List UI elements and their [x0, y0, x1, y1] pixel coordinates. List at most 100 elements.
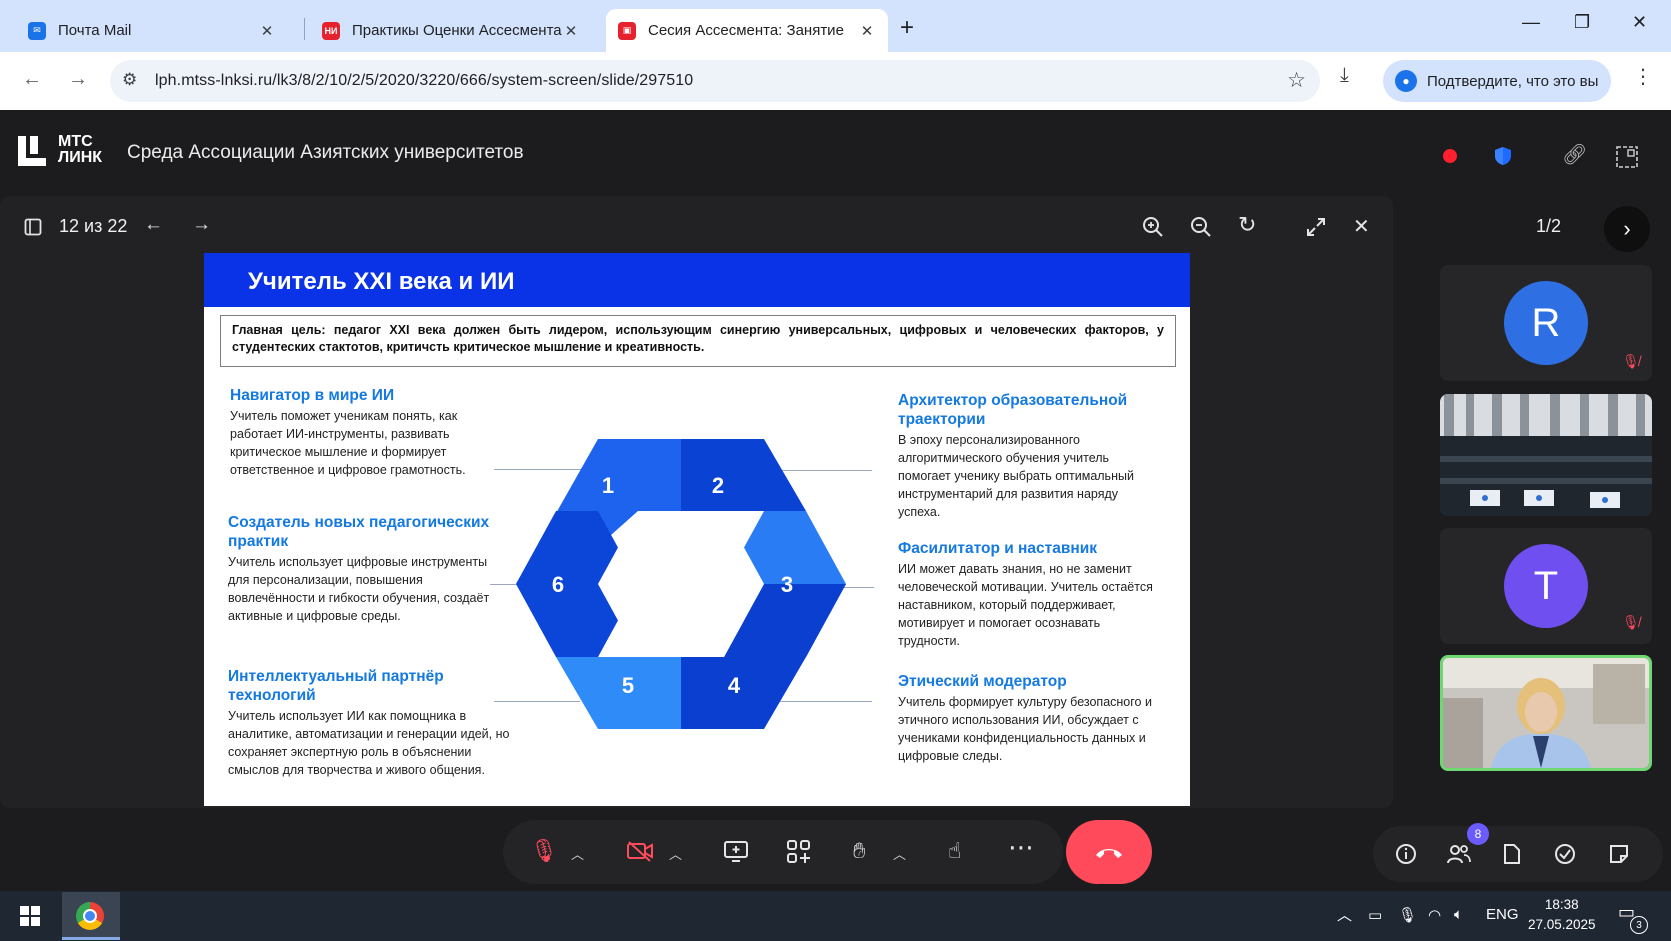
- mic-off-button[interactable]: 🎙︎: [530, 838, 558, 864]
- raise-hand-button[interactable]: ✋︎: [853, 838, 866, 864]
- tab-title: Практикы Оценки Ассесмента: [352, 22, 562, 39]
- media-controls-bar: [503, 820, 1063, 884]
- participant-video-tile[interactable]: [1440, 394, 1652, 516]
- tab-assessment-session[interactable]: ▣ Сесия Ассесмента: Занятие ✕: [606, 9, 888, 52]
- slide-goal-box: Главная цель: педагог XXI века должен бы…: [220, 315, 1176, 367]
- slide-page-counter: 12 из 22: [59, 216, 128, 236]
- apps-button[interactable]: [786, 839, 812, 865]
- browser-menu-icon[interactable]: ⋮: [1633, 64, 1653, 89]
- zoom-out-icon[interactable]: [1190, 216, 1212, 238]
- slide-title-banner: Учитель XXI века и ИИ: [204, 253, 1190, 307]
- back-button[interactable]: ←: [22, 68, 42, 91]
- role-tech-partner: Интеллектуальный партнёр технологий Учит…: [228, 668, 510, 777]
- role-facilitator: Фасилитатор и наставник ИИ может давать …: [898, 540, 1153, 648]
- reactions-chevron-icon[interactable]: ︿: [893, 844, 906, 863]
- hex-segment-2: [681, 439, 806, 511]
- mail-favicon-icon: ✉: [28, 21, 46, 40]
- zoom-in-icon[interactable]: [1142, 216, 1164, 238]
- system-clock[interactable]: 18:38 27.05.2025: [1528, 895, 1596, 935]
- files-icon[interactable]: [1502, 843, 1522, 865]
- download-icon[interactable]: ⤓: [1340, 64, 1349, 87]
- mic-options-chevron-icon[interactable]: ︿: [571, 844, 584, 863]
- hexagon-diagram: 1 2 3 4 5 6: [516, 439, 846, 729]
- participant-avatar: T: [1504, 544, 1588, 628]
- app-header: МТС ЛИНК Среда Ассоциации Азиятских унив…: [0, 110, 1671, 194]
- tap-reaction-button[interactable]: ☝︎: [948, 838, 961, 864]
- battery-icon[interactable]: ▭: [1368, 906, 1382, 924]
- windows-start-icon[interactable]: [20, 906, 40, 926]
- hex-number-3: 3: [781, 572, 793, 597]
- mic-off-icon: 🎙︎̸: [1622, 614, 1640, 630]
- microphone-tray-icon[interactable]: 🎙︎: [1398, 906, 1417, 924]
- chrome-icon: [76, 902, 104, 930]
- profile-avatar-icon: ●: [1395, 70, 1417, 92]
- wifi-icon[interactable]: ◠: [1428, 906, 1441, 924]
- screen: ✉ Почта Mail ✕ НИ Практикы Оценки Ассесм…: [0, 0, 1671, 941]
- os-taskbar: [0, 891, 1671, 941]
- participants-count-badge: 8: [1467, 823, 1489, 845]
- participant-video-tile-active-speaker[interactable]: [1440, 655, 1652, 771]
- room-title: Среда Ассоциации Азиятских университетов: [127, 142, 524, 163]
- participant-tile[interactable]: T 🎙︎̸: [1440, 528, 1652, 644]
- hex-number-5: 5: [622, 673, 634, 698]
- profile-verify-button[interactable]: ● Подтвердите, что это вы: [1383, 60, 1611, 102]
- camera-options-chevron-icon[interactable]: ︿: [669, 844, 682, 863]
- hex-number-6: 6: [552, 572, 564, 597]
- leave-call-button[interactable]: [1066, 820, 1152, 884]
- layout-icon[interactable]: [1616, 146, 1638, 168]
- participants-icon[interactable]: [1446, 843, 1472, 865]
- participants-page-counter: 1/2: [1536, 216, 1562, 236]
- window-close-button[interactable]: ✕: [1632, 12, 1647, 33]
- screen-share-button[interactable]: [723, 840, 749, 864]
- prev-slide-button[interactable]: ←: [144, 214, 163, 236]
- tab-close-icon[interactable]: ✕: [562, 22, 580, 40]
- next-slide-button[interactable]: →: [192, 214, 211, 236]
- minimize-button[interactable]: —: [1522, 12, 1540, 33]
- role-ethics-moderator: Этический модератор Учитель формирует ку…: [898, 673, 1152, 763]
- tray-overflow-icon[interactable]: ︿: [1337, 904, 1352, 925]
- address-bar[interactable]: ⚙ lph.mtss-lnksi.ru/lk3/8/2/10/2/5/2020/…: [110, 60, 1320, 102]
- restore-button[interactable]: ❐: [1574, 12, 1590, 33]
- slides-panel-icon[interactable]: [24, 218, 42, 236]
- link-icon[interactable]: 🔗︎: [1562, 142, 1587, 167]
- slide-title: Учитель XXI века и ИИ: [248, 268, 515, 295]
- slide: Учитель XXI века и ИИ Главная цель: педа…: [204, 253, 1190, 806]
- volume-icon[interactable]: 🔈︎: [1454, 906, 1463, 923]
- tab-mail[interactable]: ✉ Почта Mail ✕: [16, 9, 288, 52]
- site-settings-icon[interactable]: ⚙: [122, 70, 137, 90]
- tab-close-icon[interactable]: ✕: [858, 22, 876, 40]
- info-icon[interactable]: [1395, 843, 1417, 865]
- hex-number-2: 2: [712, 473, 724, 498]
- tab-separator: [304, 18, 305, 40]
- profile-label: Подтвердите, что это вы: [1427, 72, 1599, 90]
- tasks-check-icon[interactable]: [1554, 843, 1576, 865]
- tab-assessment-practices[interactable]: НИ Практикы Оценки Ассесмента ✕: [310, 9, 592, 52]
- hex-number-4: 4: [728, 673, 741, 698]
- participants-next-button[interactable]: ›: [1604, 206, 1650, 252]
- close-presentation-icon[interactable]: ✕: [1353, 214, 1370, 239]
- role-practice-creator: Создатель новых педагогических практик У…: [228, 514, 490, 623]
- new-tab-button[interactable]: +: [900, 14, 914, 42]
- rotate-icon[interactable]: ↻: [1238, 212, 1256, 238]
- tab-title: Сесия Ассесмента: Занятие: [648, 22, 844, 39]
- hang-up-icon: [1096, 849, 1122, 858]
- participant-tile[interactable]: R 🎙︎̸: [1440, 265, 1652, 381]
- url-text[interactable]: lph.mtss-lnksi.ru/lk3/8/2/10/2/5/2020/32…: [155, 72, 693, 90]
- notification-count-badge: 3: [1630, 916, 1648, 934]
- participant-avatar: R: [1504, 281, 1588, 365]
- more-options-button[interactable]: ⋯: [1008, 832, 1034, 863]
- speaker-video: [1443, 658, 1649, 768]
- role-trajectory-architect: Архитектор образовательной траектории В …: [898, 392, 1134, 519]
- fullscreen-icon[interactable]: [1306, 217, 1326, 237]
- tab-close-icon[interactable]: ✕: [258, 22, 276, 40]
- camera-off-button[interactable]: [626, 839, 654, 863]
- logo-text: МТС ЛИНК: [58, 133, 103, 166]
- language-indicator[interactable]: ENG: [1486, 906, 1519, 923]
- shield-icon[interactable]: [1494, 146, 1512, 166]
- notes-icon[interactable]: [1608, 843, 1630, 865]
- hex-segment-5: [556, 657, 681, 729]
- browser-tab-bar: ✉ Почта Mail ✕ НИ Практикы Оценки Ассесм…: [0, 0, 1671, 52]
- bookmark-star-icon[interactable]: ☆: [1287, 68, 1306, 93]
- forward-button[interactable]: →: [68, 68, 88, 91]
- role-navigator: Навигатор в мире ИИ Учитель поможет учен…: [230, 387, 466, 477]
